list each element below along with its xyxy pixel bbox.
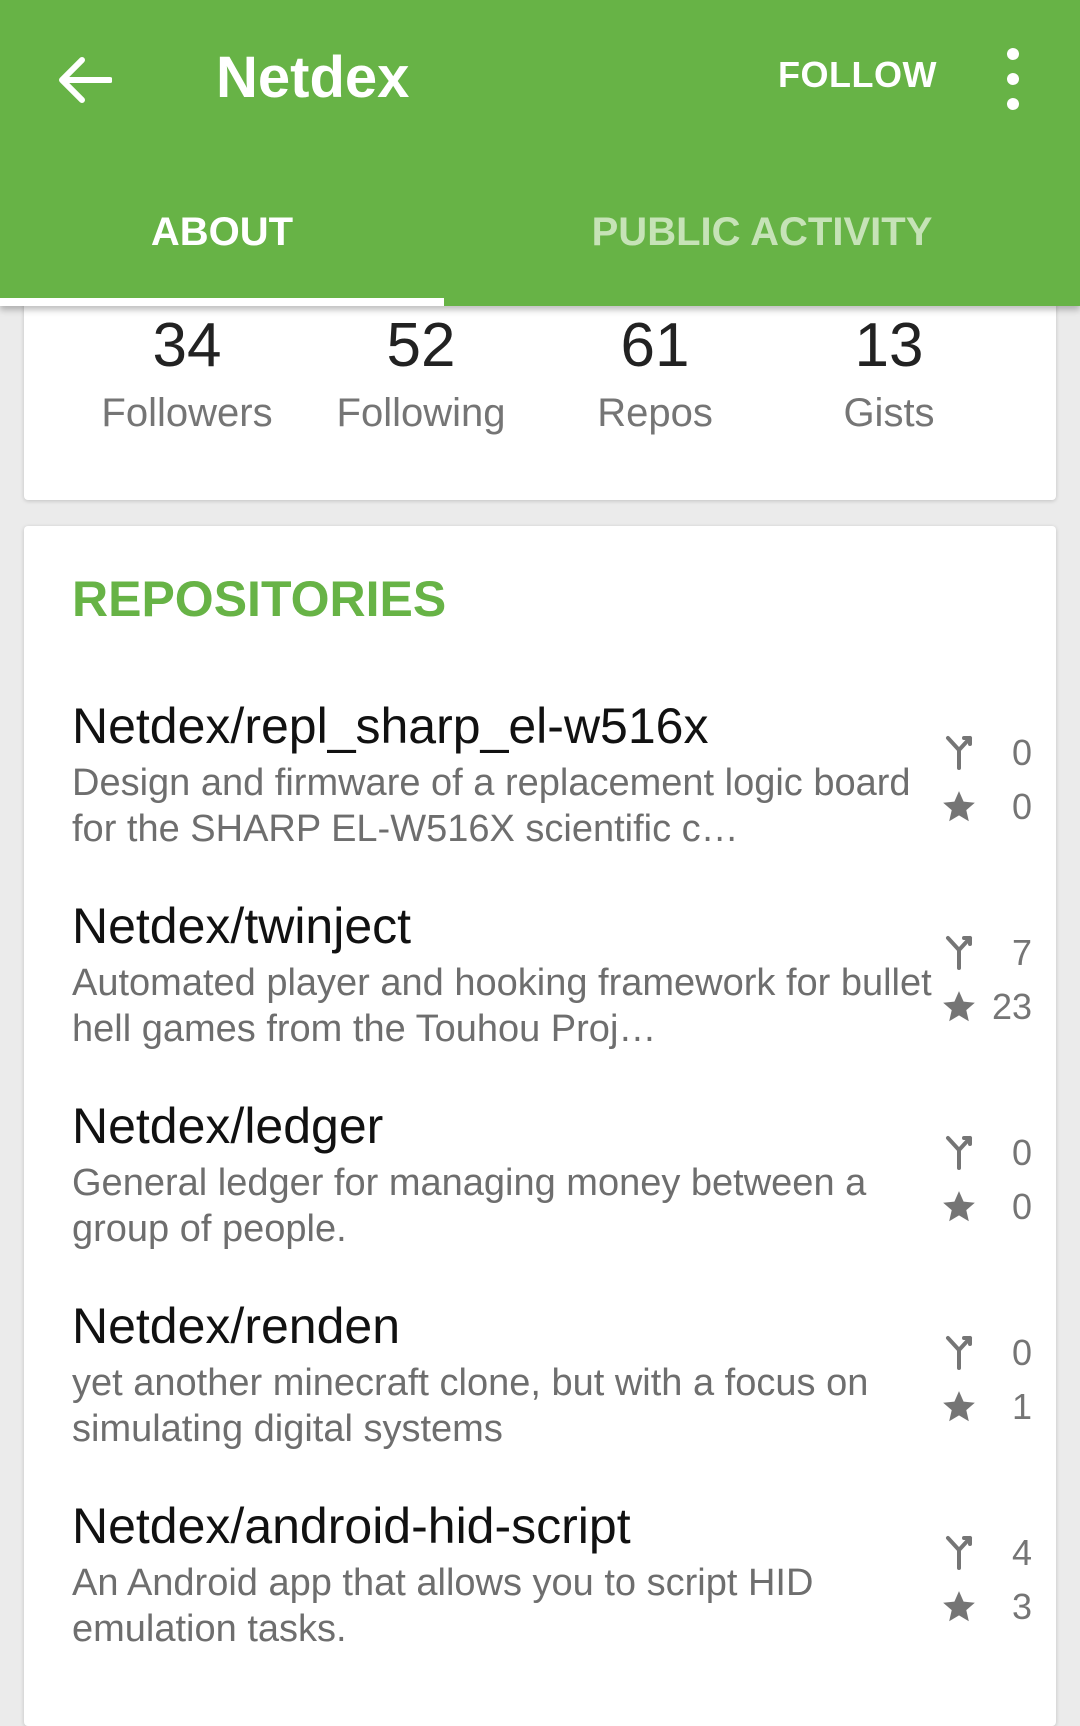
fork-icon: [940, 1134, 978, 1172]
repo-description: General ledger for managing money betwee…: [72, 1162, 867, 1250]
page-title: Netdex: [216, 45, 410, 110]
stat-gists[interactable]: 13 Gists: [772, 310, 1006, 444]
repo-item[interactable]: Netdex/twinject Automated player and hoo…: [72, 896, 1032, 1096]
repo-stats: 0 1: [922, 1326, 1032, 1434]
more-vert-icon: [1007, 48, 1019, 60]
stat-label: Repos: [597, 391, 713, 435]
star-count: 0: [1011, 786, 1032, 827]
stats-card: 34 Followers 52 Following 61 Repos 13 Gi…: [24, 276, 1056, 500]
stat-value: 34: [152, 311, 222, 380]
fork-count: 0: [1011, 1132, 1032, 1173]
repositories-card: REPOSITORIES Netdex/repl_sharp_el-w516x …: [24, 526, 1056, 1726]
app-bar: Netdex FOLLOW ABOUT PUBLIC ACTIVITY: [0, 0, 1080, 306]
stat-followers[interactable]: 34 Followers: [70, 310, 304, 444]
repo-item[interactable]: Netdex/repl_sharp_el-w516x Design and fi…: [72, 696, 1032, 896]
stat-repos[interactable]: 61 Repos: [538, 310, 772, 444]
repo-item[interactable]: Netdex/android-hid-script An Android app…: [72, 1496, 1032, 1696]
stat-value: 61: [620, 311, 690, 380]
fork-count: 0: [1011, 732, 1032, 773]
star-icon: [940, 988, 978, 1026]
repo-name: Netdex/twinject: [72, 898, 412, 954]
arrow-back-icon: [59, 57, 112, 103]
section-title: REPOSITORIES: [72, 571, 447, 627]
stat-following[interactable]: 52 Following: [304, 310, 538, 444]
tab-public-activity[interactable]: PUBLIC ACTIVITY: [540, 210, 984, 306]
fork-icon: [940, 1534, 978, 1572]
fork-count: 4: [1011, 1532, 1032, 1573]
stat-value: 52: [386, 311, 456, 380]
repo-name: Netdex/repl_sharp_el-w516x: [72, 698, 709, 754]
repo-description: Automated player and hooking framework f…: [72, 962, 932, 1050]
stat-label: Following: [336, 391, 506, 435]
star-count: 0: [1011, 1186, 1032, 1227]
fork-count: 7: [1011, 932, 1032, 973]
follow-button[interactable]: FOLLOW: [778, 54, 937, 96]
stat-value: 13: [854, 311, 924, 380]
repo-stats: 7 23: [922, 926, 1032, 1034]
stat-label: Gists: [843, 391, 935, 435]
star-count: 23: [991, 986, 1032, 1027]
overflow-menu-button[interactable]: [990, 48, 1036, 110]
fork-count: 0: [1011, 1332, 1032, 1373]
tab-indicator: [0, 298, 444, 306]
star-count: 3: [1011, 1586, 1032, 1627]
tab-about[interactable]: ABOUT: [0, 210, 444, 306]
star-count: 1: [1011, 1386, 1032, 1427]
fork-icon: [940, 934, 978, 972]
repo-name: Netdex/android-hid-script: [72, 1498, 631, 1554]
back-button[interactable]: [40, 40, 130, 120]
repo-item[interactable]: Netdex/ledger General ledger for managin…: [72, 1096, 1032, 1296]
repo-item[interactable]: Netdex/renden yet another minecraft clon…: [72, 1296, 1032, 1496]
fork-icon: [940, 1334, 978, 1372]
star-icon: [940, 1588, 978, 1626]
repo-name: Netdex/renden: [72, 1298, 401, 1354]
star-icon: [940, 788, 978, 826]
repo-stats: 4 3: [922, 1526, 1032, 1634]
repo-description: An Android app that allows you to script…: [72, 1562, 814, 1650]
repo-stats: 0 0: [922, 1126, 1032, 1234]
stat-label: Followers: [101, 391, 273, 435]
star-icon: [940, 1388, 978, 1426]
repo-description: yet another minecraft clone, but with a …: [72, 1362, 869, 1450]
star-icon: [940, 1188, 978, 1226]
repo-name: Netdex/ledger: [72, 1098, 384, 1154]
fork-icon: [940, 734, 978, 772]
repo-stats: 0 0: [922, 726, 1032, 834]
repo-description: Design and firmware of a replacement log…: [72, 762, 911, 850]
